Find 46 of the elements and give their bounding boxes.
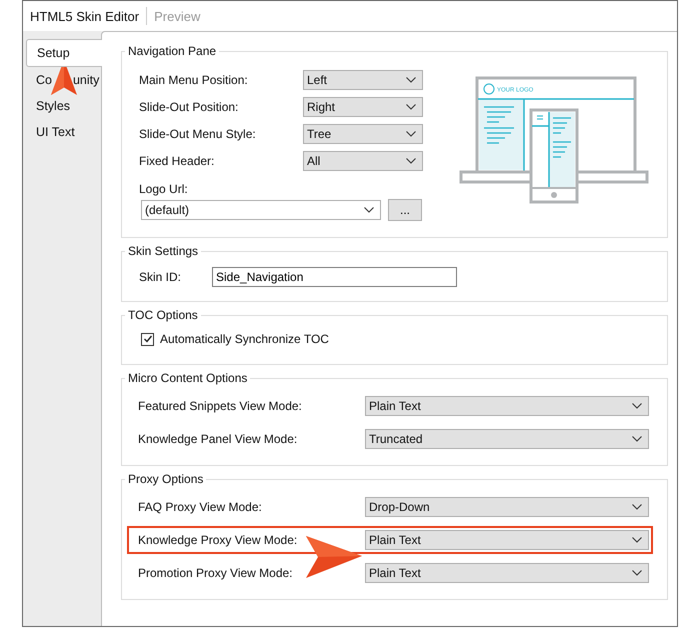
field-label: Main Menu Position: <box>139 72 249 86</box>
field-label: Logo Url: <box>139 182 189 196</box>
checkbox[interactable] <box>141 332 154 346</box>
field-label: Slide-Out Position: <box>139 100 240 114</box>
group-title: TOC Options <box>127 308 199 322</box>
field-label: Knowledge Panel View Mode: <box>138 432 298 446</box>
sidebar-tab[interactable]: unity <box>72 73 100 87</box>
window-title: HTML5 Skin Editor <box>30 8 140 24</box>
dropdown[interactable]: Truncated <box>365 429 649 449</box>
field-label: Knowledge Proxy View Mode: <box>138 533 298 547</box>
group-title: Proxy Options <box>127 472 204 486</box>
field-label: FAQ Proxy View Mode: <box>138 500 263 514</box>
group-title: Micro Content Options <box>127 371 248 385</box>
input-field[interactable]: Side_Navigation <box>212 267 457 287</box>
dropdown[interactable]: (default) <box>141 200 381 220</box>
chevron-down-icon <box>406 76 416 82</box>
group-title: Skin Settings <box>127 244 200 258</box>
chevron-down-icon <box>632 504 642 510</box>
browse-button[interactable]: ... <box>388 199 422 221</box>
chevron-down-icon <box>632 403 642 409</box>
chevron-down-icon <box>632 570 642 576</box>
dropdown[interactable]: Plain Text <box>365 530 649 550</box>
field-label: Promotion Proxy View Mode: <box>138 566 294 580</box>
sidebar-tab[interactable]: Styles <box>36 99 70 113</box>
dropdown[interactable]: Right <box>303 96 423 116</box>
group-title: Navigation Pane <box>127 44 218 58</box>
chevron-down-icon <box>632 436 642 442</box>
chevron-down-icon <box>406 158 416 164</box>
chevron-down-icon <box>406 104 416 110</box>
dropdown[interactable]: Left <box>303 70 423 90</box>
field-label: Slide-Out Menu Style: <box>139 126 257 140</box>
dropdown[interactable]: All <box>303 150 423 170</box>
sidebar-tab[interactable]: Co <box>36 73 52 87</box>
chevron-down-icon <box>364 207 374 213</box>
dropdown[interactable]: Plain Text <box>365 563 649 583</box>
field-label: Fixed Header: <box>139 154 216 168</box>
field-label: Featured Snippets View Mode: <box>138 399 303 413</box>
field-label: Skin ID: <box>139 270 182 284</box>
dropdown[interactable]: Tree <box>303 124 423 144</box>
sidebar-tab[interactable]: Setup <box>26 39 102 67</box>
dropdown[interactable]: Drop-Down <box>365 497 649 517</box>
chevron-down-icon <box>406 130 416 136</box>
chevron-down-icon <box>632 537 642 543</box>
checkbox-label: Automatically Synchronize TOC <box>160 332 329 346</box>
sidebar-tab[interactable]: UI Text <box>36 125 75 139</box>
dropdown[interactable]: Plain Text <box>365 396 649 416</box>
